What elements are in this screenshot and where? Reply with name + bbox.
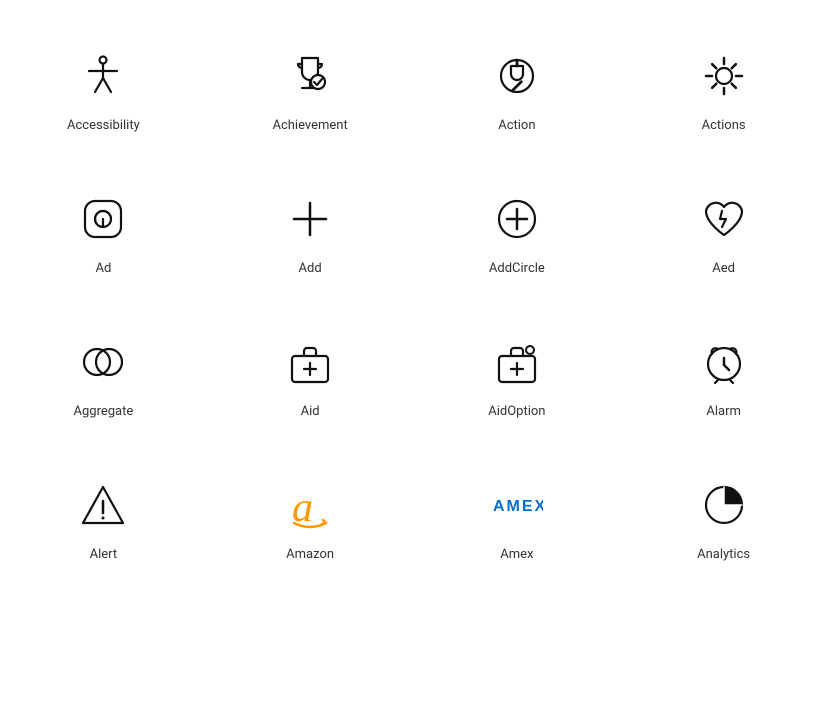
icon-item-addcircle[interactable]: AddCircle (414, 163, 621, 306)
icon-item-accessibility[interactable]: Accessibility (0, 20, 207, 163)
actions-label: Actions (702, 118, 746, 133)
aed-label: Aed (712, 261, 735, 276)
analytics-label: Analytics (697, 547, 750, 562)
action-label: Action (498, 118, 535, 133)
aidoption-icon (491, 336, 543, 388)
amazon-icon: a (284, 479, 336, 531)
achievement-label: Achievement (272, 118, 347, 133)
accessibility-icon (77, 50, 129, 102)
achievement-icon (284, 50, 336, 102)
aggregate-icon (77, 336, 129, 388)
amazon-label: Amazon (286, 547, 334, 562)
icon-item-amazon[interactable]: a Amazon (207, 449, 414, 592)
alarm-icon (698, 336, 750, 388)
icon-item-alert[interactable]: Alert (0, 449, 207, 592)
action-icon (491, 50, 543, 102)
accessibility-label: Accessibility (67, 118, 140, 133)
icon-item-aidoption[interactable]: AidOption (414, 306, 621, 449)
add-label: Add (299, 261, 322, 276)
addcircle-icon (491, 193, 543, 245)
alarm-label: Alarm (706, 404, 741, 419)
aggregate-label: Aggregate (73, 404, 133, 419)
icon-item-action[interactable]: Action (414, 20, 621, 163)
icon-item-alarm[interactable]: Alarm (620, 306, 827, 449)
aidoption-label: AidOption (488, 404, 545, 419)
icon-item-ad[interactable]: Ad (0, 163, 207, 306)
aid-label: Aid (301, 404, 320, 419)
ad-icon (77, 193, 129, 245)
alert-icon (77, 479, 129, 531)
aid-icon (284, 336, 336, 388)
icon-item-aed[interactable]: Aed (620, 163, 827, 306)
svg-text:AMEX: AMEX (493, 498, 543, 515)
amex-icon: AMEX (491, 479, 543, 531)
aed-icon (698, 193, 750, 245)
icon-grid: Accessibility Achievement (0, 0, 827, 612)
addcircle-label: AddCircle (489, 261, 545, 276)
alert-label: Alert (90, 547, 118, 562)
icon-item-add[interactable]: Add (207, 163, 414, 306)
icon-item-aid[interactable]: Aid (207, 306, 414, 449)
actions-icon (698, 50, 750, 102)
ad-label: Ad (95, 261, 111, 276)
icon-item-aggregate[interactable]: Aggregate (0, 306, 207, 449)
amex-label: Amex (500, 547, 533, 562)
analytics-icon (698, 479, 750, 531)
icon-item-amex[interactable]: AMEX Amex (414, 449, 621, 592)
add-icon (284, 193, 336, 245)
icon-item-achievement[interactable]: Achievement (207, 20, 414, 163)
icon-item-actions[interactable]: Actions (620, 20, 827, 163)
icon-item-analytics[interactable]: Analytics (620, 449, 827, 592)
